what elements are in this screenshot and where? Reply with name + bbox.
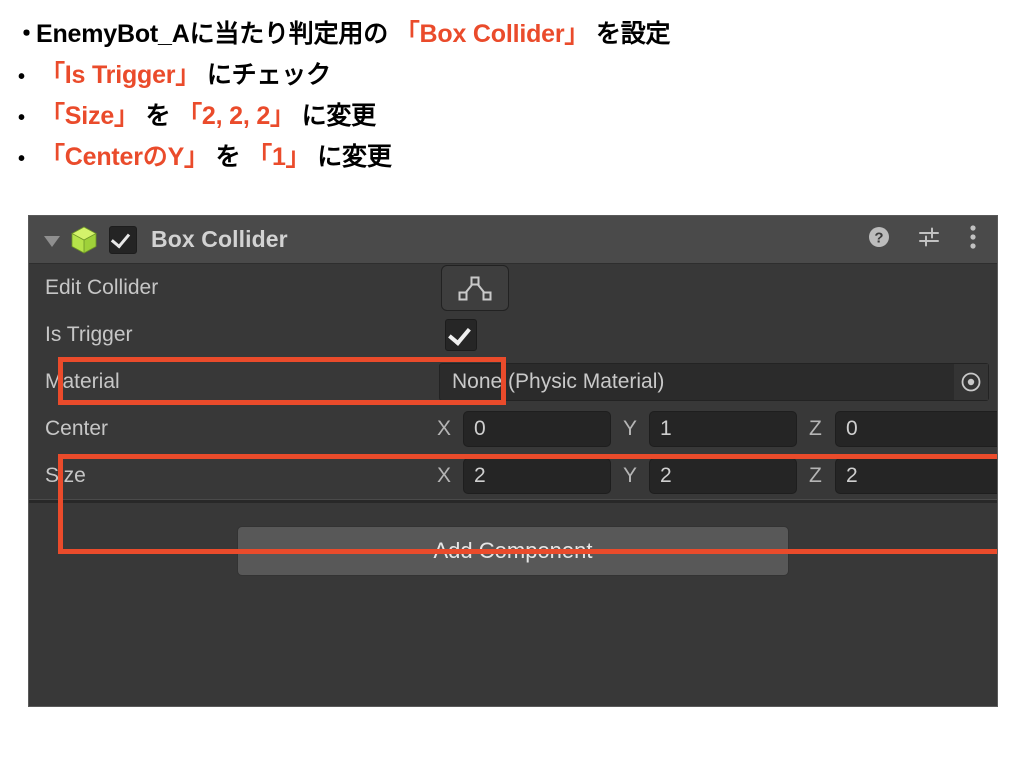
preset-icon[interactable] [917, 225, 943, 255]
list-item: ・ EnemyBot_Aに当たり判定用の 「Box Collider」 を設定 [14, 14, 1024, 55]
list-item: • 「CenterのY」 を 「1」 に変更 [14, 137, 1024, 178]
edit-collider-label: Edit Collider [45, 275, 159, 299]
material-value: None (Physic Material) [452, 369, 665, 393]
edit-collider-button[interactable] [441, 264, 509, 311]
instruction-segment: にチェック [200, 61, 331, 89]
instruction-segment: に変更 [294, 102, 377, 130]
center-x-axis-label: X [437, 416, 452, 440]
size-x-axis-label: X [437, 463, 452, 487]
svg-text:?: ? [874, 229, 883, 246]
instruction-segment: に変更 [310, 143, 392, 171]
is-trigger-checkbox[interactable] [445, 318, 477, 351]
is-trigger-label: Is Trigger [45, 322, 133, 346]
row-material: Material None (Physic Material) [29, 358, 997, 405]
center-x-input[interactable]: 0 [463, 410, 611, 447]
add-component-area: Add Component [29, 503, 997, 599]
instruction-segment: を設定 [589, 20, 671, 48]
checkmark-icon [448, 321, 471, 346]
component-header-icons: ? [867, 224, 983, 256]
instruction-segment-highlight: 「1」 [247, 143, 311, 171]
component-header[interactable]: Box Collider ? [29, 216, 997, 264]
center-label: Center [45, 416, 109, 440]
bullet-marker-icon: • [18, 148, 25, 170]
bullet-marker-icon: ・ [14, 20, 39, 48]
add-component-button[interactable]: Add Component [237, 526, 789, 576]
inspector-panel: Box Collider ? Edit Collider Is Trigger … [28, 215, 998, 707]
row-is-trigger: Is Trigger [29, 311, 997, 358]
box-collider-cube-icon [69, 225, 99, 255]
component-enabled-checkbox[interactable] [109, 225, 137, 254]
collider-edit-polygon-icon [458, 276, 492, 300]
instruction-segment: EnemyBot_Aに当たり判定用の [36, 20, 395, 48]
center-y-input[interactable]: 1 [649, 410, 797, 447]
size-label: Size [45, 463, 86, 487]
instruction-segment-highlight: 「Size」 [40, 102, 139, 130]
instruction-list: ・ EnemyBot_Aに当たり判定用の 「Box Collider」 を設定 … [0, 0, 1024, 178]
size-vector3: X 2 Y 2 Z 2 [437, 457, 997, 494]
checkmark-icon [110, 227, 131, 249]
instruction-segment-highlight: 「2, 2, 2」 [177, 102, 295, 130]
instruction-segment-highlight: 「Is Trigger」 [40, 61, 201, 89]
size-y-input[interactable]: 2 [649, 457, 797, 494]
center-y-axis-label: Y [623, 416, 638, 440]
size-y-axis-label: Y [623, 463, 638, 487]
material-label: Material [45, 369, 120, 393]
more-menu-icon[interactable] [969, 224, 977, 256]
triangle-down-icon[interactable] [41, 229, 63, 251]
help-icon[interactable]: ? [867, 225, 891, 255]
object-picker-icon[interactable] [954, 363, 988, 400]
component-title: Box Collider [151, 226, 288, 252]
instruction-segment-highlight: 「CenterのY」 [40, 143, 209, 171]
size-x-input[interactable]: 2 [463, 457, 611, 494]
size-z-axis-label: Z [809, 463, 822, 487]
row-center: Center X 0 Y 1 Z 0 [29, 405, 997, 452]
size-z-input[interactable]: 2 [835, 457, 997, 494]
row-size: Size X 2 Y 2 Z 2 [29, 452, 997, 499]
material-object-field[interactable]: None (Physic Material) [439, 362, 989, 401]
instruction-segment-highlight: 「Box Collider」 [394, 20, 590, 48]
bullet-marker-icon: • [18, 66, 25, 88]
center-vector3: X 0 Y 1 Z 0 [437, 410, 997, 447]
list-item: • 「Is Trigger」 にチェック [14, 55, 1024, 96]
row-edit-collider: Edit Collider [29, 264, 997, 311]
center-z-input[interactable]: 0 [835, 410, 997, 447]
list-item: • 「Size」 を 「2, 2, 2」 に変更 [14, 96, 1024, 137]
bullet-marker-icon: • [18, 107, 25, 129]
instruction-segment: を [208, 143, 248, 171]
center-z-axis-label: Z [809, 416, 822, 440]
instruction-segment: を [138, 102, 178, 130]
